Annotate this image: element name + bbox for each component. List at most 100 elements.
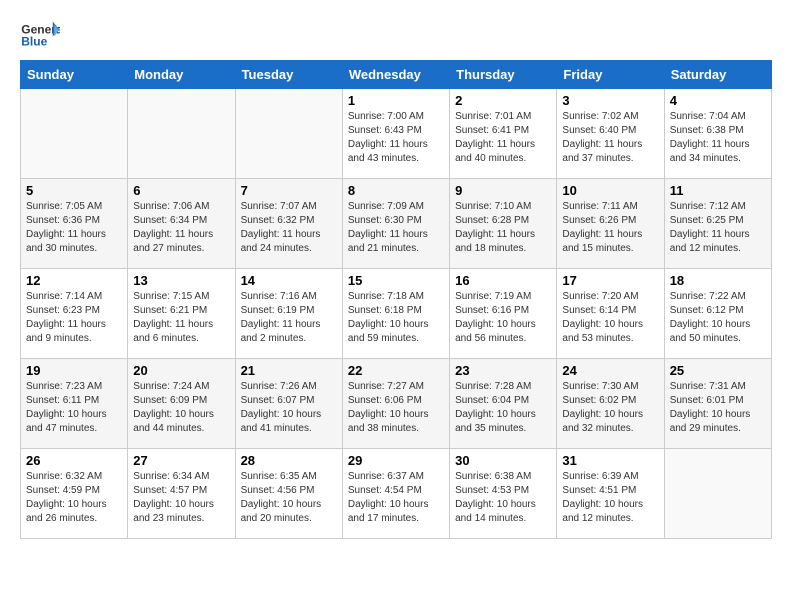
day-number: 2 <box>455 93 551 108</box>
day-number: 14 <box>241 273 337 288</box>
calendar-cell: 13 Sunrise: 7:15 AM Sunset: 6:21 PM Dayli… <box>128 269 235 359</box>
calendar-cell: 16 Sunrise: 7:19 AM Sunset: 6:16 PM Dayli… <box>450 269 557 359</box>
day-number: 29 <box>348 453 444 468</box>
calendar-cell: 29 Sunrise: 6:37 AM Sunset: 4:54 PM Dayli… <box>342 449 449 539</box>
calendar-cell: 15 Sunrise: 7:18 AM Sunset: 6:18 PM Dayli… <box>342 269 449 359</box>
day-number: 4 <box>670 93 766 108</box>
calendar-cell: 20Sunrise: 7:24 AM Sunset: 6:09 PM Dayli… <box>128 359 235 449</box>
day-info: Sunrise: 7:06 AM Sunset: 6:34 PM Dayligh… <box>133 200 229 256</box>
day-info: Sunrise: 7:31 AM Sunset: 6:01 PM Dayligh… <box>670 380 766 436</box>
calendar-cell <box>21 89 128 179</box>
day-number: 1 <box>348 93 444 108</box>
day-number: 16 <box>455 273 551 288</box>
day-info: Sunrise: 6:32 AM Sunset: 4:59 PM Dayligh… <box>26 470 122 526</box>
calendar-cell: 2 Sunrise: 7:01 AM Sunset: 6:41 PM Daylig… <box>450 89 557 179</box>
day-number: 26 <box>26 453 122 468</box>
calendar-cell: 8Sunrise: 7:09 AM Sunset: 6:30 PM Daylig… <box>342 179 449 269</box>
day-number: 11 <box>670 183 766 198</box>
day-number: 27 <box>133 453 229 468</box>
day-number: 17 <box>562 273 658 288</box>
calendar-cell: 11 Sunrise: 7:12 AM Sunset: 6:25 PM Dayli… <box>664 179 771 269</box>
day-info: Sunrise: 7:19 AM Sunset: 6:16 PM Dayligh… <box>455 290 551 346</box>
calendar-cell: 19 Sunrise: 7:23 AM Sunset: 6:11 PM Dayli… <box>21 359 128 449</box>
calendar-cell <box>664 449 771 539</box>
day-info: Sunrise: 6:38 AM Sunset: 4:53 PM Dayligh… <box>455 470 551 526</box>
calendar-cell: 26 Sunrise: 6:32 AM Sunset: 4:59 PM Dayli… <box>21 449 128 539</box>
day-info: Sunrise: 7:23 AM Sunset: 6:11 PM Dayligh… <box>26 380 122 436</box>
weekday-header-tuesday: Tuesday <box>235 61 342 89</box>
day-number: 19 <box>26 363 122 378</box>
weekday-header-thursday: Thursday <box>450 61 557 89</box>
calendar-cell: 14 Sunrise: 7:16 AM Sunset: 6:19 PM Dayli… <box>235 269 342 359</box>
calendar-cell <box>128 89 235 179</box>
header: General Blue <box>20 20 772 50</box>
day-info: Sunrise: 7:05 AM Sunset: 6:36 PM Dayligh… <box>26 200 122 256</box>
weekday-header-monday: Monday <box>128 61 235 89</box>
week-row-5: 26 Sunrise: 6:32 AM Sunset: 4:59 PM Dayli… <box>21 449 772 539</box>
day-info: Sunrise: 7:28 AM Sunset: 6:04 PM Dayligh… <box>455 380 551 436</box>
week-row-1: 1 Sunrise: 7:00 AM Sunset: 6:43 PM Daylig… <box>21 89 772 179</box>
calendar-cell <box>235 89 342 179</box>
day-info: Sunrise: 7:07 AM Sunset: 6:32 PM Dayligh… <box>241 200 337 256</box>
week-row-2: 5 Sunrise: 7:05 AM Sunset: 6:36 PM Daylig… <box>21 179 772 269</box>
day-info: Sunrise: 7:15 AM Sunset: 6:21 PM Dayligh… <box>133 290 229 346</box>
day-info: Sunrise: 7:11 AM Sunset: 6:26 PM Dayligh… <box>562 200 658 256</box>
calendar-cell: 22 Sunrise: 7:27 AM Sunset: 6:06 PM Dayli… <box>342 359 449 449</box>
day-info: Sunrise: 6:35 AM Sunset: 4:56 PM Dayligh… <box>241 470 337 526</box>
calendar-cell: 6Sunrise: 7:06 AM Sunset: 6:34 PM Daylig… <box>128 179 235 269</box>
day-number: 15 <box>348 273 444 288</box>
day-info: Sunrise: 7:01 AM Sunset: 6:41 PM Dayligh… <box>455 110 551 166</box>
calendar-cell: 4 Sunrise: 7:04 AM Sunset: 6:38 PM Daylig… <box>664 89 771 179</box>
day-number: 13 <box>133 273 229 288</box>
day-info: Sunrise: 7:10 AM Sunset: 6:28 PM Dayligh… <box>455 200 551 256</box>
weekday-header-sunday: Sunday <box>21 61 128 89</box>
calendar-table: SundayMondayTuesdayWednesdayThursdayFrid… <box>20 60 772 539</box>
day-info: Sunrise: 6:37 AM Sunset: 4:54 PM Dayligh… <box>348 470 444 526</box>
day-info: Sunrise: 7:00 AM Sunset: 6:43 PM Dayligh… <box>348 110 444 166</box>
calendar-cell: 25 Sunrise: 7:31 AM Sunset: 6:01 PM Dayli… <box>664 359 771 449</box>
day-number: 3 <box>562 93 658 108</box>
calendar-cell: 23 Sunrise: 7:28 AM Sunset: 6:04 PM Dayli… <box>450 359 557 449</box>
calendar-cell: 24Sunrise: 7:30 AM Sunset: 6:02 PM Dayli… <box>557 359 664 449</box>
day-number: 10 <box>562 183 658 198</box>
day-number: 5 <box>26 183 122 198</box>
day-info: Sunrise: 6:34 AM Sunset: 4:57 PM Dayligh… <box>133 470 229 526</box>
day-info: Sunrise: 7:04 AM Sunset: 6:38 PM Dayligh… <box>670 110 766 166</box>
calendar-cell: 21 Sunrise: 7:26 AM Sunset: 6:07 PM Dayli… <box>235 359 342 449</box>
weekday-header-friday: Friday <box>557 61 664 89</box>
day-info: Sunrise: 7:30 AM Sunset: 6:02 PM Dayligh… <box>562 380 658 436</box>
week-row-3: 12 Sunrise: 7:14 AM Sunset: 6:23 PM Dayli… <box>21 269 772 359</box>
day-number: 25 <box>670 363 766 378</box>
day-number: 22 <box>348 363 444 378</box>
calendar-cell: 7 Sunrise: 7:07 AM Sunset: 6:32 PM Daylig… <box>235 179 342 269</box>
day-number: 28 <box>241 453 337 468</box>
day-info: Sunrise: 7:26 AM Sunset: 6:07 PM Dayligh… <box>241 380 337 436</box>
day-info: Sunrise: 7:14 AM Sunset: 6:23 PM Dayligh… <box>26 290 122 346</box>
calendar-cell: 18Sunrise: 7:22 AM Sunset: 6:12 PM Dayli… <box>664 269 771 359</box>
calendar-cell: 30Sunrise: 6:38 AM Sunset: 4:53 PM Dayli… <box>450 449 557 539</box>
day-number: 21 <box>241 363 337 378</box>
day-info: Sunrise: 7:12 AM Sunset: 6:25 PM Dayligh… <box>670 200 766 256</box>
day-info: Sunrise: 6:39 AM Sunset: 4:51 PM Dayligh… <box>562 470 658 526</box>
day-number: 8 <box>348 183 444 198</box>
weekday-header-row: SundayMondayTuesdayWednesdayThursdayFrid… <box>21 61 772 89</box>
day-info: Sunrise: 7:16 AM Sunset: 6:19 PM Dayligh… <box>241 290 337 346</box>
calendar-cell: 3 Sunrise: 7:02 AM Sunset: 6:40 PM Daylig… <box>557 89 664 179</box>
calendar-cell: 31 Sunrise: 6:39 AM Sunset: 4:51 PM Dayli… <box>557 449 664 539</box>
day-number: 20 <box>133 363 229 378</box>
day-number: 23 <box>455 363 551 378</box>
day-number: 31 <box>562 453 658 468</box>
day-info: Sunrise: 7:02 AM Sunset: 6:40 PM Dayligh… <box>562 110 658 166</box>
calendar-cell: 28 Sunrise: 6:35 AM Sunset: 4:56 PM Dayli… <box>235 449 342 539</box>
day-info: Sunrise: 7:20 AM Sunset: 6:14 PM Dayligh… <box>562 290 658 346</box>
day-number: 7 <box>241 183 337 198</box>
day-info: Sunrise: 7:18 AM Sunset: 6:18 PM Dayligh… <box>348 290 444 346</box>
day-number: 12 <box>26 273 122 288</box>
calendar-cell: 10 Sunrise: 7:11 AM Sunset: 6:26 PM Dayli… <box>557 179 664 269</box>
day-info: Sunrise: 7:27 AM Sunset: 6:06 PM Dayligh… <box>348 380 444 436</box>
logo: General Blue <box>20 20 60 50</box>
calendar-cell: 27 Sunrise: 6:34 AM Sunset: 4:57 PM Dayli… <box>128 449 235 539</box>
svg-text:Blue: Blue <box>21 35 47 49</box>
calendar-cell: 17 Sunrise: 7:20 AM Sunset: 6:14 PM Dayli… <box>557 269 664 359</box>
weekday-header-saturday: Saturday <box>664 61 771 89</box>
